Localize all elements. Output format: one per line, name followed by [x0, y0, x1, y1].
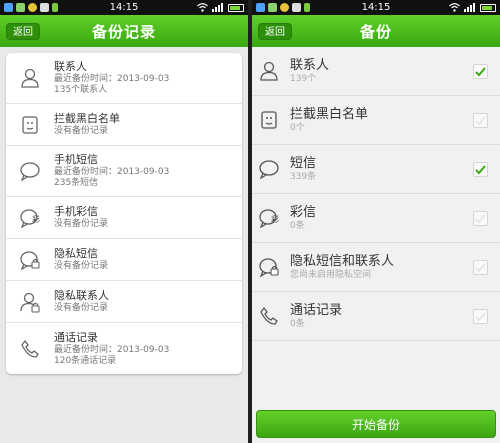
item-count: 0个: [290, 122, 305, 133]
start-backup-button[interactable]: 开始备份: [256, 410, 496, 438]
blocklist-icon: [22, 115, 38, 134]
record-count: 235条短信: [54, 178, 99, 188]
record-item-call-log[interactable]: 通话记录 最近备份时间：2013-09-03 120条通话记录: [6, 323, 242, 374]
backup-records-list: 联系人 最近备份时间：2013-09-03 135个联系人 拦截黑白名单 没有备…: [6, 53, 242, 374]
back-button[interactable]: 返回: [6, 23, 40, 40]
sms-icon: [259, 160, 279, 179]
record-name: 手机短信: [54, 153, 98, 166]
checkmark-icon: [475, 311, 486, 321]
item-name: 彩信: [290, 204, 317, 220]
item-name: 隐私短信和联系人: [290, 253, 395, 269]
backup-item-sms[interactable]: 短信 339条: [252, 145, 500, 194]
checkmark-icon: [475, 262, 486, 272]
record-name: 隐私联系人: [54, 289, 109, 302]
record-time: 最近备份时间：2013-09-03: [54, 74, 170, 84]
sms-icon: [20, 162, 40, 181]
svg-text:彩: 彩: [271, 214, 279, 224]
record-time: 没有备份记录: [54, 219, 109, 229]
checkmark-icon: [475, 115, 486, 125]
item-name: 通话记录: [290, 302, 343, 318]
call-log-icon: [260, 307, 278, 325]
backup-item-contacts[interactable]: 联系人 139个: [252, 47, 500, 96]
item-count: 0条: [290, 318, 305, 329]
blocklist-icon: [261, 111, 277, 129]
title-bar: 返回 备份记录: [0, 15, 248, 47]
battery-icon: [228, 3, 244, 12]
item-name: 拦截黑白名单: [290, 106, 369, 122]
backup-item-blocklist[interactable]: 拦截黑白名单 0个: [252, 96, 500, 145]
backup-screen: 14:15 返回 备份 联系人 139个 拦截黑白名单 0个 短信 339条 彩…: [252, 0, 500, 443]
status-bar: 14:15: [252, 0, 500, 15]
checkmark-icon: [475, 164, 486, 174]
record-item-contacts[interactable]: 联系人 最近备份时间：2013-09-03 135个联系人: [6, 53, 242, 104]
record-item-mms[interactable]: 彩 手机彩信 没有备份记录: [6, 197, 242, 239]
private-icon: [259, 258, 279, 277]
item-checkbox[interactable]: [473, 161, 488, 177]
page-title: 备份记录: [91, 22, 156, 41]
call-log-icon: [21, 339, 39, 358]
private-sms-icon: [20, 250, 40, 270]
record-name: 联系人: [54, 60, 87, 73]
item-count: 您尚未启用隐私空间: [290, 269, 372, 280]
record-count: 135个联系人: [54, 85, 108, 95]
item-checkbox[interactable]: [473, 259, 488, 275]
record-time: 最近备份时间：2013-09-03: [54, 167, 170, 177]
back-button[interactable]: 返回: [258, 23, 292, 40]
battery-icon: [480, 3, 496, 12]
backup-item-private[interactable]: 隐私短信和联系人 您尚未启用隐私空间: [252, 243, 500, 292]
item-name: 短信: [290, 155, 317, 171]
mms-icon: 彩: [259, 209, 279, 228]
mms-icon: 彩: [20, 208, 40, 228]
item-count: 0条: [290, 220, 305, 231]
title-bar: 返回 备份: [252, 15, 500, 47]
item-name: 联系人: [290, 57, 330, 73]
item-count: 339条: [290, 171, 317, 182]
record-time: 最近备份时间：2013-09-03: [54, 344, 170, 355]
item-checkbox[interactable]: [473, 112, 488, 128]
backup-items-list: 联系人 139个 拦截黑白名单 0个 短信 339条 彩 彩信 0条 隐私短信和…: [252, 47, 500, 341]
record-item-blocklist[interactable]: 拦截黑白名单 没有备份记录: [6, 104, 242, 146]
item-checkbox[interactable]: [473, 63, 488, 79]
checkmark-icon: [475, 66, 486, 76]
backup-records-screen: 14:15 返回 备份记录 联系人 最近备份时间：2013-09-03 135个…: [0, 0, 248, 443]
record-name: 手机彩信: [54, 205, 98, 218]
contacts-icon: [260, 61, 278, 81]
record-item-sms[interactable]: 手机短信 最近备份时间：2013-09-03 235条短信: [6, 146, 242, 197]
record-item-private-contacts[interactable]: 隐私联系人 没有备份记录: [6, 281, 242, 323]
page-title: 备份: [359, 22, 392, 41]
clock: 14:15: [109, 2, 139, 13]
clock: 14:15: [361, 2, 391, 13]
item-checkbox[interactable]: [473, 308, 488, 324]
status-bar: 14:15: [0, 0, 248, 15]
item-checkbox[interactable]: [473, 210, 488, 226]
svg-text:彩: 彩: [32, 214, 40, 224]
record-time: 没有备份记录: [54, 303, 109, 313]
record-name: 拦截黑白名单: [54, 112, 120, 125]
backup-item-call-log[interactable]: 通话记录 0条: [252, 292, 500, 341]
private-contacts-icon: [20, 292, 40, 313]
contacts-icon: [21, 68, 39, 88]
record-item-private-sms[interactable]: 隐私短信 没有备份记录: [6, 239, 242, 281]
record-time: 没有备份记录: [54, 261, 109, 271]
record-time: 没有备份记录: [54, 126, 109, 136]
checkmark-icon: [475, 213, 486, 223]
record-count: 120条通话记录: [54, 355, 117, 366]
backup-item-mms[interactable]: 彩 彩信 0条: [252, 194, 500, 243]
record-name: 隐私短信: [54, 247, 98, 260]
item-count: 139个: [290, 73, 317, 84]
record-name: 通话记录: [54, 330, 98, 344]
